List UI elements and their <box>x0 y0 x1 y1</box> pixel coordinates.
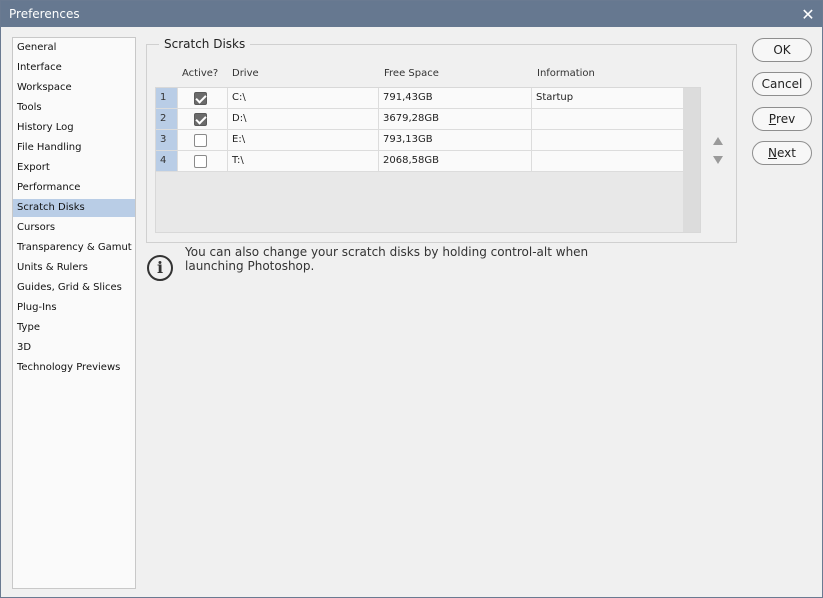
preferences-window: Preferences ✕ General Interface Workspac… <box>0 0 823 598</box>
next-button-mnemonic: N <box>768 146 777 160</box>
information-cell <box>532 151 684 171</box>
ok-button[interactable]: OK <box>752 38 812 62</box>
information-cell <box>532 130 684 150</box>
sidebar-item-tools[interactable]: Tools <box>13 99 135 117</box>
table-row[interactable]: 3 E:\ 793,13GB <box>156 130 684 151</box>
prev-button[interactable]: Prev <box>752 107 812 131</box>
free-space-cell: 793,13GB <box>379 130 532 150</box>
row-number: 3 <box>156 130 178 150</box>
free-space-cell: 791,43GB <box>379 88 532 108</box>
sidebar-item-scratch-disks[interactable]: Scratch Disks <box>13 199 135 217</box>
table-scrollbar[interactable] <box>683 88 700 232</box>
free-space-cell: 2068,58GB <box>379 151 532 171</box>
sidebar-item-performance[interactable]: Performance <box>13 179 135 197</box>
column-header-active: Active? <box>182 68 219 79</box>
scratch-disks-note: You can also change your scratch disks b… <box>185 245 589 273</box>
row-number: 2 <box>156 109 178 129</box>
close-icon[interactable]: ✕ <box>794 1 822 27</box>
preferences-sidebar: General Interface Workspace Tools Histor… <box>12 37 136 589</box>
free-space-cell: 3679,28GB <box>379 109 532 129</box>
active-cell <box>178 151 228 171</box>
sidebar-item-guides-grid-slices[interactable]: Guides, Grid & Slices <box>13 279 135 297</box>
window-title: Preferences <box>9 7 80 21</box>
info-icon: i <box>147 255 173 281</box>
sidebar-item-history-log[interactable]: History Log <box>13 119 135 137</box>
table-row[interactable]: 1 C:\ 791,43GB Startup <box>156 88 684 109</box>
move-up-arrow-icon[interactable] <box>713 137 723 145</box>
sidebar-item-type[interactable]: Type <box>13 319 135 337</box>
row-number: 4 <box>156 151 178 171</box>
prev-button-mnemonic: P <box>768 112 777 126</box>
table-row[interactable]: 2 D:\ 3679,28GB <box>156 109 684 130</box>
active-checkbox[interactable] <box>194 134 207 147</box>
information-cell: Startup <box>536 92 574 103</box>
sidebar-item-technology-previews[interactable]: Technology Previews <box>13 359 135 377</box>
sidebar-item-plug-ins[interactable]: Plug-Ins <box>13 299 135 317</box>
next-button-label: ext <box>777 146 796 160</box>
table-row[interactable]: 4 T:\ 2068,58GB <box>156 151 684 172</box>
active-cell <box>178 109 228 129</box>
information-cell <box>532 109 684 129</box>
next-button[interactable]: Next <box>752 141 812 165</box>
active-checkbox[interactable] <box>194 92 207 105</box>
active-checkbox[interactable] <box>194 155 207 168</box>
row-number: 1 <box>156 88 178 108</box>
sidebar-item-units-rulers[interactable]: Units & Rulers <box>13 259 135 277</box>
column-header-free-space: Free Space <box>384 68 439 79</box>
sidebar-item-general[interactable]: General <box>13 39 135 57</box>
sidebar-item-interface[interactable]: Interface <box>13 59 135 77</box>
sidebar-item-export[interactable]: Export <box>13 159 135 177</box>
scratch-disks-group-label: Scratch Disks <box>159 37 251 51</box>
sidebar-item-file-handling[interactable]: File Handling <box>13 139 135 157</box>
prev-button-label: rev <box>776 112 796 126</box>
drive-cell: T:\ <box>228 151 379 171</box>
drive-cell: E:\ <box>228 130 379 150</box>
sidebar-item-3d[interactable]: 3D <box>13 339 135 357</box>
column-header-drive: Drive <box>232 68 259 79</box>
sidebar-item-workspace[interactable]: Workspace <box>13 79 135 97</box>
active-cell <box>178 130 228 150</box>
drive-cell: D:\ <box>228 109 379 129</box>
move-down-arrow-icon[interactable] <box>713 156 723 164</box>
column-header-information: Information <box>537 68 595 79</box>
drive-cell: C:\ <box>228 88 379 108</box>
active-cell <box>178 88 228 108</box>
scratch-disks-table: 1 C:\ 791,43GB Startup 2 D:\ 3679,28GB 3… <box>155 87 701 233</box>
cancel-button[interactable]: Cancel <box>752 72 812 96</box>
sidebar-item-transparency-gamut[interactable]: Transparency & Gamut <box>13 239 135 257</box>
active-checkbox[interactable] <box>194 113 207 126</box>
sidebar-item-cursors[interactable]: Cursors <box>13 219 135 237</box>
title-bar[interactable]: Preferences ✕ <box>1 1 822 27</box>
